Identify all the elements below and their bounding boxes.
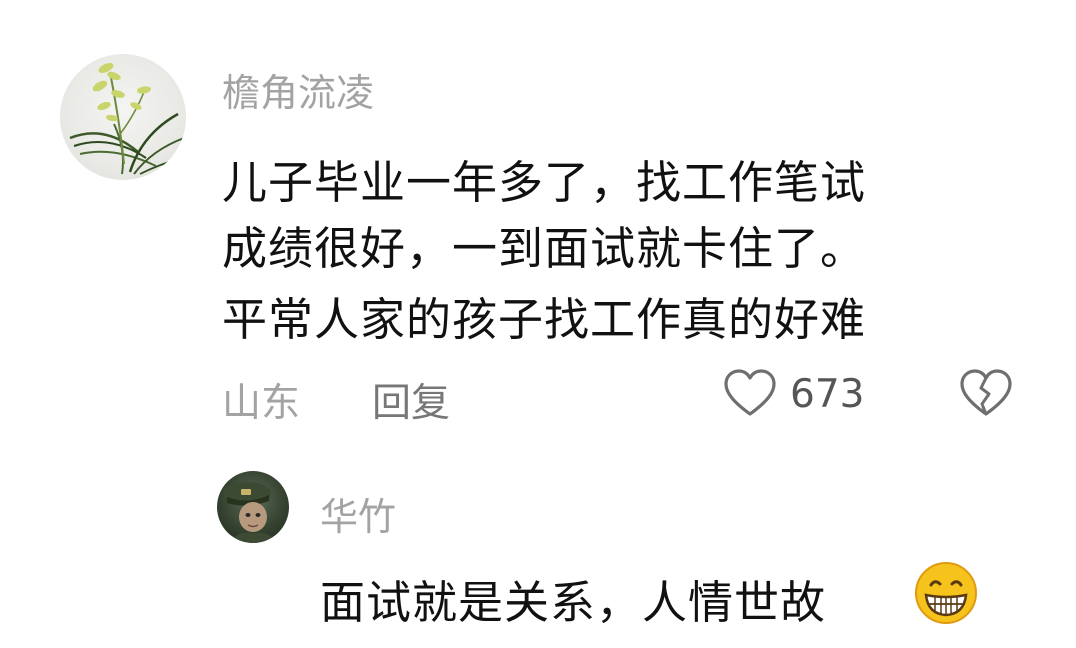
comment-text-line: 平常人家的孩子找工作真的好难 (222, 293, 867, 346)
orchid-plant-icon (69, 63, 185, 175)
like-count: 673 (790, 372, 865, 417)
heart-outline-icon (724, 369, 776, 416)
reply-username[interactable]: 华竹 (320, 486, 396, 541)
dislike-button[interactable] (958, 366, 1014, 422)
comment-thread: 檐角流凌 儿子毕业一年多了，找工作笔试 成绩很好，一到面试就卡住了。 平常人家的… (0, 0, 1076, 648)
reply-user-avatar[interactable] (217, 471, 289, 543)
broken-heart-icon (960, 369, 1012, 416)
grinning-face-icon (913, 560, 979, 626)
comment-text-line: 儿子毕业一年多了，找工作笔试 (222, 156, 867, 209)
reply-text: 面试就是关系，人情世故 (320, 576, 827, 629)
soldier-cap-icon (223, 482, 277, 543)
comment-location: 山东 (222, 381, 301, 426)
comment-text-line: 成绩很好，一到面试就卡住了。 (222, 222, 867, 275)
like-button[interactable] (722, 366, 778, 422)
user-avatar[interactable] (60, 54, 186, 180)
reply-button[interactable]: 回复 (372, 372, 450, 428)
comment-username[interactable]: 檐角流凌 (222, 62, 374, 117)
